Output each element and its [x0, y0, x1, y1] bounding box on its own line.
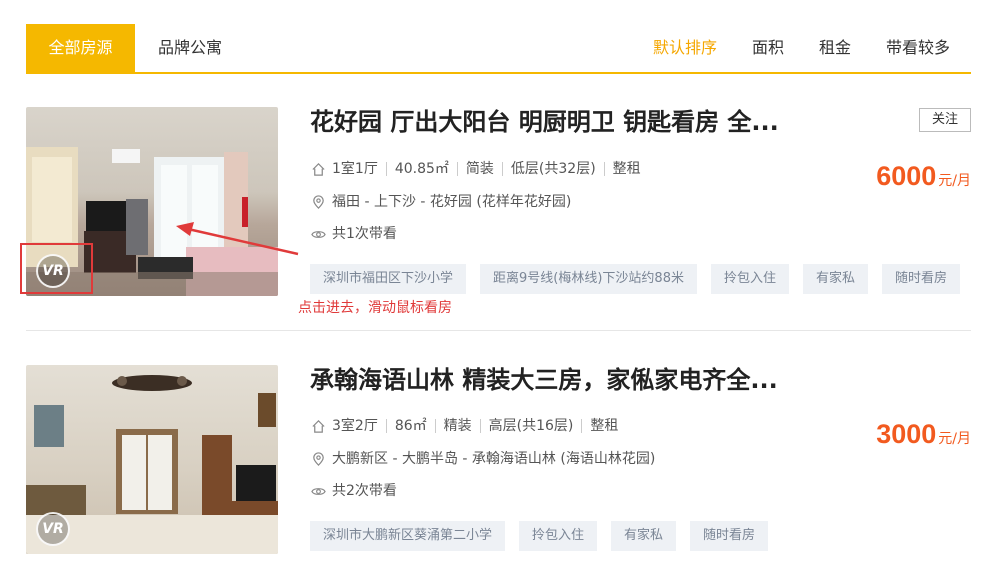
tag: 深圳市福田区下沙小学	[310, 264, 467, 294]
sort-rent[interactable]: 租金	[819, 24, 851, 72]
spec-area: 86㎡	[394, 418, 427, 434]
tag: 随时看房	[690, 521, 769, 551]
sort-most-viewed[interactable]: 带看较多	[886, 24, 950, 72]
divider	[456, 162, 458, 176]
spec-rooms: 3室2厅	[332, 418, 378, 434]
listing-title[interactable]: 承翰海语山林 精装大三房，家俬家电齐全...	[310, 365, 778, 395]
listing-viewings: 共1次带看	[310, 224, 397, 244]
tag: 拎包入住	[519, 521, 598, 551]
spec-floor: 低层(共32层)	[510, 161, 596, 177]
tag: 随时看房	[882, 264, 961, 294]
spec-rooms: 1室1厅	[332, 161, 378, 177]
divider	[434, 419, 436, 433]
location-text[interactable]: 福田 - 上下沙 - 花好园 (花样年花好园)	[332, 192, 571, 212]
listing-photo[interactable]: VR	[26, 365, 278, 554]
follow-button[interactable]: 关注	[919, 108, 971, 132]
divider	[603, 162, 605, 176]
sort-area[interactable]: 面积	[752, 24, 784, 72]
listing-card: VR 花好园 厅出大阳台 明厨明卫 钥匙看房 全... 关注 1室1厅 40.8…	[26, 107, 971, 331]
spec-rent-type: 整租	[590, 418, 619, 434]
divider	[385, 419, 387, 433]
eye-icon	[310, 483, 326, 499]
spec-area: 40.85㎡	[394, 161, 449, 177]
divider	[385, 162, 387, 176]
vr-badge-icon: VR	[36, 512, 70, 546]
listing-title[interactable]: 花好园 厅出大阳台 明厨明卫 钥匙看房 全...	[310, 107, 779, 137]
annotation-highlight-box	[20, 243, 93, 294]
listing-location: 大鹏新区 - 大鹏半岛 - 承翰海语山林 (海语山林花园)	[310, 449, 655, 469]
spec-rent-type: 整租	[612, 161, 641, 177]
tab-all-listings[interactable]: 全部房源	[26, 24, 135, 72]
viewings-count: 共1次带看	[332, 226, 397, 242]
sort-default[interactable]: 默认排序	[653, 24, 717, 72]
tag: 拎包入住	[710, 264, 789, 294]
listing-specs: 3室2厅 86㎡ 精装 高层(共16层) 整租	[310, 416, 618, 436]
tag: 有家私	[803, 264, 869, 294]
location-pin-icon	[310, 194, 326, 210]
tab-brand-apartments[interactable]: 品牌公寓	[135, 24, 245, 72]
tag: 距离9号线(梅林线)下沙站约88米	[480, 264, 697, 294]
divider	[501, 162, 503, 176]
tag: 有家私	[611, 521, 677, 551]
listing-viewings: 共2次带看	[310, 481, 397, 501]
listing-card: VR 承翰海语山林 精装大三房，家俬家电齐全... 3室2厅 86㎡ 精装 高层…	[26, 365, 971, 565]
spec-decoration: 简装	[465, 161, 494, 177]
location-text[interactable]: 大鹏新区 - 大鹏半岛 - 承翰海语山林 (海语山林花园)	[332, 449, 655, 469]
listing-location: 福田 - 上下沙 - 花好园 (花样年花好园)	[310, 192, 571, 212]
listing-price: 3000 元/月	[876, 419, 971, 450]
house-icon	[310, 418, 326, 434]
listing-tab-bar: 全部房源 品牌公寓 默认排序 面积 租金 带看较多	[26, 24, 971, 74]
listing-specs: 1室1厅 40.85㎡ 简装 低层(共32层) 整租	[310, 159, 641, 179]
house-icon	[310, 161, 326, 177]
listing-tags: 深圳市大鹏新区葵涌第二小学 拎包入住 有家私 随时看房	[310, 521, 769, 551]
spec-decoration: 精装	[443, 418, 472, 434]
eye-icon	[310, 226, 326, 242]
divider	[479, 419, 481, 433]
listing-tags: 深圳市福田区下沙小学 距离9号线(梅林线)下沙站约88米 拎包入住 有家私 随时…	[310, 264, 961, 294]
price-value: 6000	[876, 161, 937, 191]
annotation-text: 点击进去，滑动鼠标看房	[298, 300, 452, 316]
location-pin-icon	[310, 451, 326, 467]
viewings-count: 共2次带看	[332, 483, 397, 499]
listing-price: 6000 元/月	[876, 161, 971, 192]
divider	[581, 419, 583, 433]
price-unit: 元/月	[938, 431, 971, 447]
spec-floor: 高层(共16层)	[488, 418, 574, 434]
price-unit: 元/月	[938, 173, 971, 189]
price-value: 3000	[876, 419, 937, 449]
tag: 深圳市大鹏新区葵涌第二小学	[310, 521, 506, 551]
